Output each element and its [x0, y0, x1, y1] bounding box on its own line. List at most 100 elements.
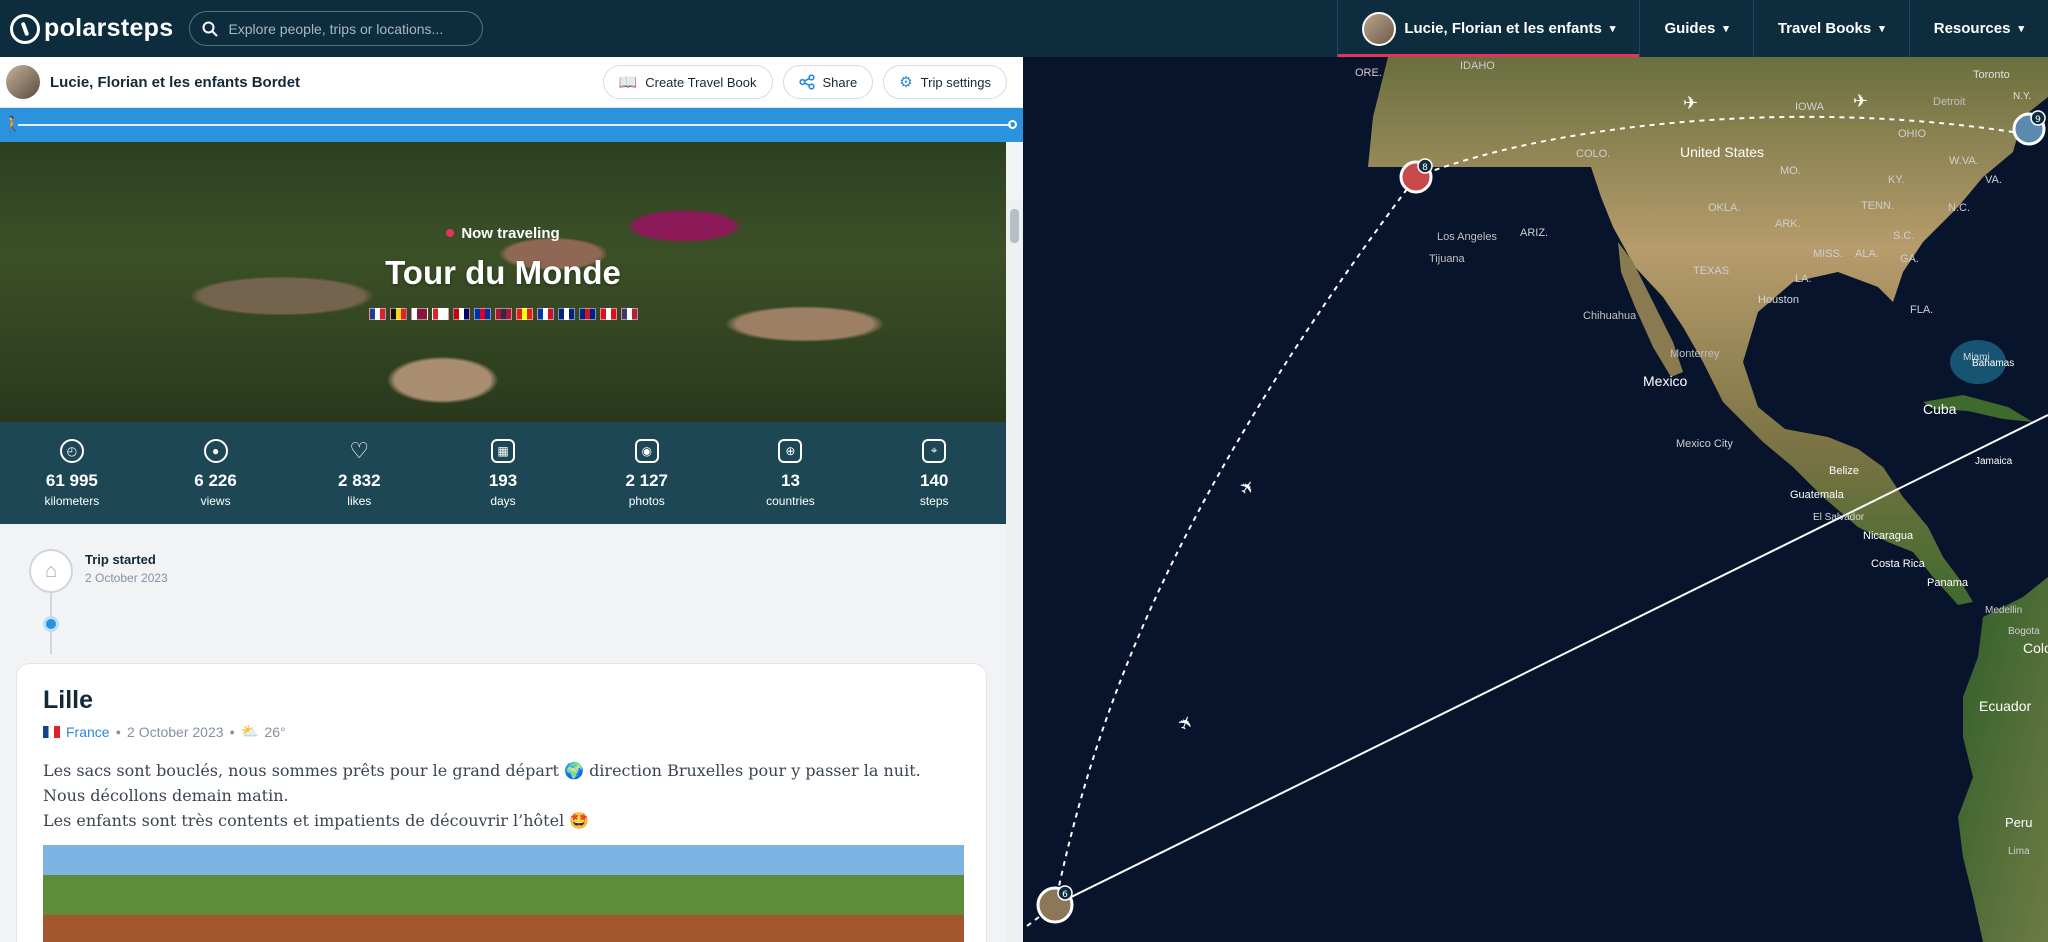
country-flag-icon — [599, 308, 617, 320]
guides-menu[interactable]: Guides ▾ — [1639, 0, 1752, 57]
stat-value: 140 — [919, 470, 949, 490]
avatar — [1362, 11, 1397, 46]
stat-value: 61 995 — [45, 470, 98, 490]
search-box[interactable] — [189, 11, 484, 46]
map-label-city: Los Angeles — [1437, 231, 1497, 243]
map-label-country: Guatemala — [1790, 489, 1845, 501]
avatar[interactable] — [6, 65, 40, 99]
map-label-state: GA. — [1900, 253, 1919, 265]
home-icon: ⌂ — [29, 549, 73, 593]
scrollbar-thumb[interactable] — [1010, 209, 1019, 243]
step-text-line: Les sacs sont bouclés, nous sommes prêts… — [43, 761, 921, 780]
map-label-state: ALA. — [1855, 248, 1879, 260]
stat-value: 2 832 — [338, 470, 381, 490]
country-flag-icon — [473, 308, 491, 320]
stat-countries: ⊕ 13 countries — [719, 422, 863, 524]
map-canvas[interactable]: ✈ ✈ ✈ ✈ 8 9 6 United States Mexico Cuba … — [1023, 57, 2048, 942]
travel-books-label: Travel Books — [1777, 20, 1872, 37]
country-flag-icon — [368, 308, 386, 320]
stat-label: kilometers — [44, 493, 100, 508]
step-title: Lille — [43, 686, 94, 714]
step-text-line: Les enfants sont très contents et impati… — [43, 811, 590, 830]
calendar-icon: ▦ — [491, 438, 516, 463]
camera-icon: ◉ — [634, 438, 659, 463]
country-flag-icon — [410, 308, 428, 320]
eye-icon: ● — [203, 438, 228, 463]
polarsteps-logo[interactable]: polarsteps — [10, 13, 174, 44]
trip-cover-content: Now traveling Tour du Monde — [0, 224, 1006, 320]
separator-dot-icon: ● — [229, 726, 235, 737]
guides-label: Guides — [1664, 20, 1716, 37]
chevron-down-icon: ▾ — [1723, 23, 1729, 35]
map-label-country: Jamaica — [1975, 456, 2013, 467]
map-label-country: Colom — [2023, 640, 2048, 656]
stat-label: likes — [347, 493, 372, 508]
map-label-country: Nicaragua — [1863, 530, 1914, 542]
stat-value: 2 127 — [625, 470, 668, 490]
add-step-button[interactable] — [43, 616, 59, 632]
map-label-state: TEXAS — [1693, 265, 1729, 277]
map-label-country: United States — [1680, 144, 1764, 160]
chevron-down-icon: ▾ — [1879, 23, 1885, 35]
france-flag-icon — [43, 725, 60, 738]
step-description: Les sacs sont bouclés, nous sommes prêts… — [43, 758, 960, 833]
stat-steps: ⌖ 140 steps — [862, 422, 1006, 524]
logo-mark-icon — [10, 13, 40, 44]
create-travel-book-label: Create Travel Book — [645, 74, 757, 90]
map-label-country: Mexico — [1643, 373, 1688, 389]
trip-title: Tour du Monde — [385, 254, 621, 291]
step-country-link[interactable]: France — [66, 724, 110, 740]
step-meta: France ● 2 October 2023 ● ⛅ 26° — [43, 723, 960, 740]
step-badge: 9 — [2035, 115, 2041, 125]
resources-menu[interactable]: Resources ▾ — [1908, 0, 2048, 57]
stat-likes: ♡ 2 832 likes — [287, 422, 431, 524]
trip-map[interactable]: ✈ ✈ ✈ ✈ 8 9 6 United States Mexico Cuba … — [1023, 57, 2048, 942]
map-label-state: COLO. — [1576, 148, 1610, 160]
top-navigation: polarsteps Lucie, Florian et les enfants… — [0, 0, 2048, 57]
country-flag-icon — [431, 308, 449, 320]
search-input[interactable] — [228, 20, 469, 37]
trip-progress-bar[interactable]: 🚶 — [0, 108, 1023, 142]
step-card[interactable]: Lille France ● 2 October 2023 ● ⛅ 26° Le… — [16, 663, 987, 942]
map-label-country: Belize — [1829, 465, 1859, 477]
resources-label: Resources — [1933, 20, 2011, 37]
scrollbar[interactable] — [1006, 199, 1023, 942]
search-icon — [202, 21, 219, 37]
step-text-line: Nous décollons demain matin. — [43, 786, 289, 805]
trip-owner-name[interactable]: Lucie, Florian et les enfants Bordet — [50, 74, 300, 91]
map-label-city: Monterrey — [1670, 348, 1720, 360]
passport-icon: ⊕ — [778, 438, 803, 463]
travel-books-menu[interactable]: Travel Books ▾ — [1752, 0, 1909, 57]
map-label-city: Chihuahua — [1583, 310, 1637, 322]
brand-name: polarsteps — [44, 14, 174, 42]
map-label-country: Cuba — [1923, 401, 1957, 417]
user-menu[interactable]: Lucie, Florian et les enfants ▾ — [1337, 0, 1640, 57]
map-label-state: MO. — [1780, 165, 1801, 177]
stat-views: ● 6 226 views — [144, 422, 288, 524]
map-label-country: Panama — [1927, 577, 1969, 589]
user-menu-label: Lucie, Florian et les enfants — [1404, 20, 1602, 37]
map-label-state: IDAHO — [1460, 60, 1495, 72]
stat-label: views — [200, 493, 231, 508]
map-label-city: Detroit — [1933, 96, 1965, 108]
trip-actions: 📖 Create Travel Book Share ⚙ Trip settin… — [602, 65, 1007, 99]
gear-icon: ⚙ — [899, 74, 913, 91]
country-flags — [0, 308, 1006, 320]
stat-value: 193 — [488, 470, 518, 490]
step-photo[interactable] — [43, 845, 964, 942]
step-badge: 6 — [1062, 890, 1068, 900]
map-label-state: ARIZ. — [1520, 227, 1548, 239]
map-label-city: Miami — [1963, 352, 1990, 363]
share-icon — [798, 74, 815, 90]
trip-settings-button[interactable]: ⚙ Trip settings — [883, 65, 1007, 99]
share-button[interactable]: Share — [782, 65, 874, 99]
chevron-down-icon: ▾ — [1609, 23, 1616, 35]
trip-header-bar: Lucie, Florian et les enfants Bordet 📖 C… — [0, 57, 1023, 108]
create-travel-book-button[interactable]: 📖 Create Travel Book — [602, 65, 773, 99]
trip-panel: Lucie, Florian et les enfants Bordet 📖 C… — [0, 57, 1023, 942]
step-marker[interactable]: 6 — [1036, 885, 1074, 924]
airplane-icon: ✈ — [1853, 91, 1868, 112]
map-label-city: N.Y. — [2013, 91, 2031, 102]
sun-cloud-icon: ⛅ — [240, 723, 259, 739]
stat-kilometers: ◴ 61 995 kilometers — [0, 422, 144, 524]
